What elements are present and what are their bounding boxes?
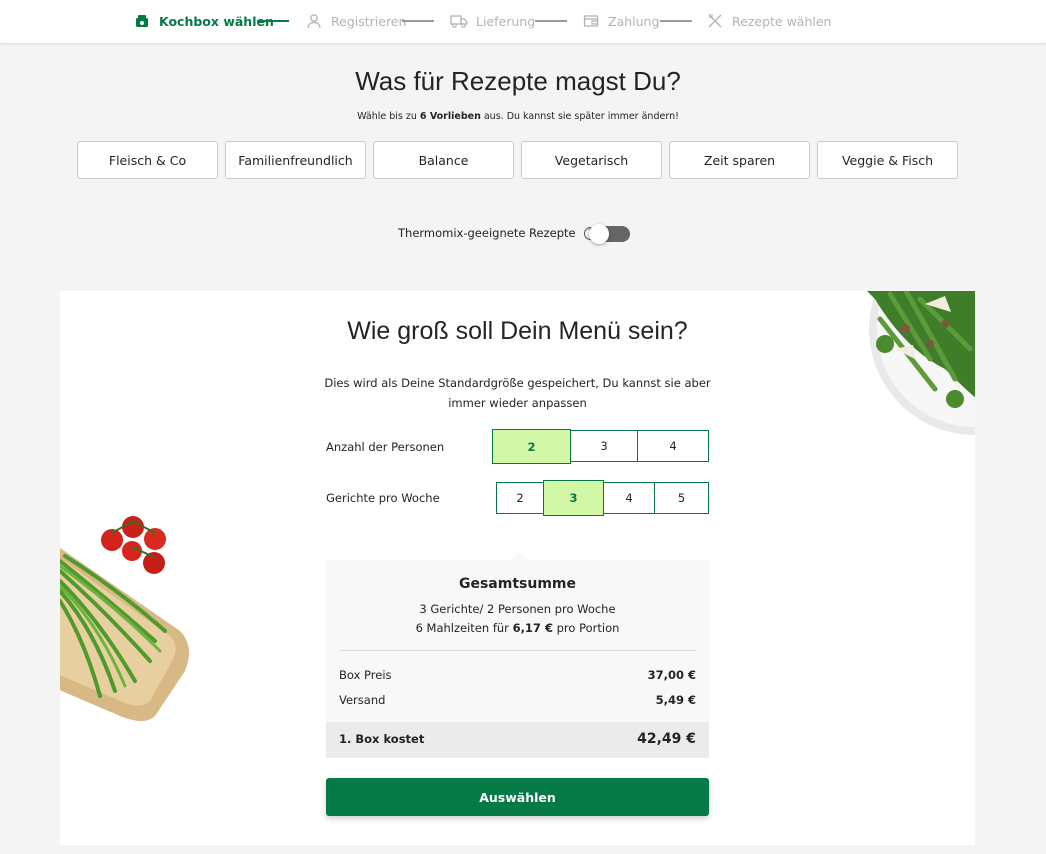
summary-portion-price: 6 Mahlzeiten für 6,17 € pro Portion bbox=[326, 621, 709, 635]
box-price-value: 37,00 € bbox=[647, 668, 696, 682]
toggle-knob bbox=[589, 224, 609, 244]
meals-option-2[interactable]: 2 bbox=[496, 482, 544, 514]
summary-title: Gesamtsumme bbox=[458, 576, 577, 592]
truck-icon bbox=[450, 12, 468, 30]
meals-option-3[interactable]: 3 bbox=[543, 480, 604, 516]
subtitle-text: aus. Du kannst sie später immer ändern! bbox=[480, 111, 679, 122]
total-row: 1. Box kostet 42,49 € bbox=[326, 722, 709, 758]
checkout-progress-bar: Kochbox wählen Registrieren Lieferung Za… bbox=[0, 0, 1046, 44]
step-delivery[interactable]: Lieferung bbox=[450, 10, 535, 32]
box-price-label: Box Preis bbox=[339, 668, 392, 682]
box-icon bbox=[133, 12, 151, 30]
portion-text: 6 Mahlzeiten für bbox=[415, 621, 513, 635]
pref-familienfreundlich[interactable]: Familienfreundlich bbox=[225, 141, 366, 179]
pref-veggie-fisch[interactable]: Veggie & Fisch bbox=[817, 141, 958, 179]
pref-zeit-sparen[interactable]: Zeit sparen bbox=[669, 141, 810, 179]
persons-option-2[interactable]: 2 bbox=[492, 429, 571, 464]
preferences-subtitle: Wähle bis zu 6 Vorlieben aus. Du kannst … bbox=[0, 111, 1036, 122]
salad-plate-image bbox=[867, 291, 975, 435]
total-label: 1. Box kostet bbox=[339, 732, 425, 746]
shipping-label: Versand bbox=[339, 693, 386, 707]
subtitle-count: 6 Vorlieben bbox=[419, 111, 481, 122]
persons-option-3[interactable]: 3 bbox=[570, 430, 638, 462]
wallet-icon bbox=[582, 12, 600, 30]
persons-option-4[interactable]: 4 bbox=[637, 430, 709, 462]
pref-fleisch-co[interactable]: Fleisch & Co bbox=[77, 141, 218, 179]
box-price-row: Box Preis 37,00 € bbox=[339, 668, 696, 682]
persons-label: Anzahl der Personen bbox=[326, 440, 445, 454]
progress-connector bbox=[402, 20, 434, 22]
summary-divider bbox=[339, 650, 696, 651]
step-register[interactable]: Registrieren bbox=[305, 10, 406, 32]
thermomix-toggle[interactable] bbox=[589, 224, 630, 244]
preferences-title: Was für Rezepte magst Du? bbox=[355, 66, 681, 96]
shipping-row: Versand 5,49 € bbox=[339, 693, 696, 707]
step-label: Registrieren bbox=[331, 13, 407, 29]
select-button[interactable]: Auswählen bbox=[326, 778, 709, 816]
menu-size-title: Wie groß soll Dein Menü sein? bbox=[347, 317, 688, 345]
total-value: 42,49 € bbox=[637, 731, 696, 747]
menu-size-card: Wie groß soll Dein Menü sein? Dies wird … bbox=[60, 291, 975, 845]
thermomix-label: Thermomix-geeignete Rezepte bbox=[398, 226, 576, 240]
step-label: Rezepte wählen bbox=[732, 13, 832, 29]
portion-text: pro Portion bbox=[552, 621, 620, 635]
portion-price: 6,17 € bbox=[512, 621, 553, 635]
step-choose-recipes[interactable]: Rezepte wählen bbox=[706, 10, 831, 32]
step-label: Lieferung bbox=[476, 13, 536, 29]
price-summary: Gesamtsumme 3 Gerichte/ 2 Personen pro W… bbox=[326, 552, 709, 758]
subtitle-text: Wähle bis zu bbox=[357, 111, 420, 122]
step-payment[interactable]: Zahlung bbox=[582, 10, 659, 32]
utensils-icon bbox=[706, 12, 724, 30]
meals-option-4[interactable]: 4 bbox=[603, 482, 655, 514]
pref-balance[interactable]: Balance bbox=[373, 141, 514, 179]
user-icon bbox=[305, 12, 323, 30]
vegetables-image bbox=[60, 516, 189, 721]
progress-connector bbox=[660, 20, 692, 22]
meals-option-5[interactable]: 5 bbox=[654, 482, 709, 514]
thermomix-row: Thermomix-geeignete Rezepte ? bbox=[398, 226, 597, 240]
meals-label: Gerichte pro Woche bbox=[326, 491, 440, 505]
progress-connector bbox=[535, 20, 567, 22]
shipping-value: 5,49 € bbox=[655, 693, 696, 707]
step-choose-box[interactable]: Kochbox wählen bbox=[133, 10, 274, 32]
summary-plan: 3 Gerichte/ 2 Personen pro Woche bbox=[419, 602, 616, 616]
menu-size-description: Dies wird als Deine Standardgröße gespei… bbox=[324, 376, 711, 410]
step-label: Zahlung bbox=[608, 13, 660, 29]
pref-vegetarisch[interactable]: Vegetarisch bbox=[521, 141, 662, 179]
progress-connector bbox=[257, 20, 289, 22]
